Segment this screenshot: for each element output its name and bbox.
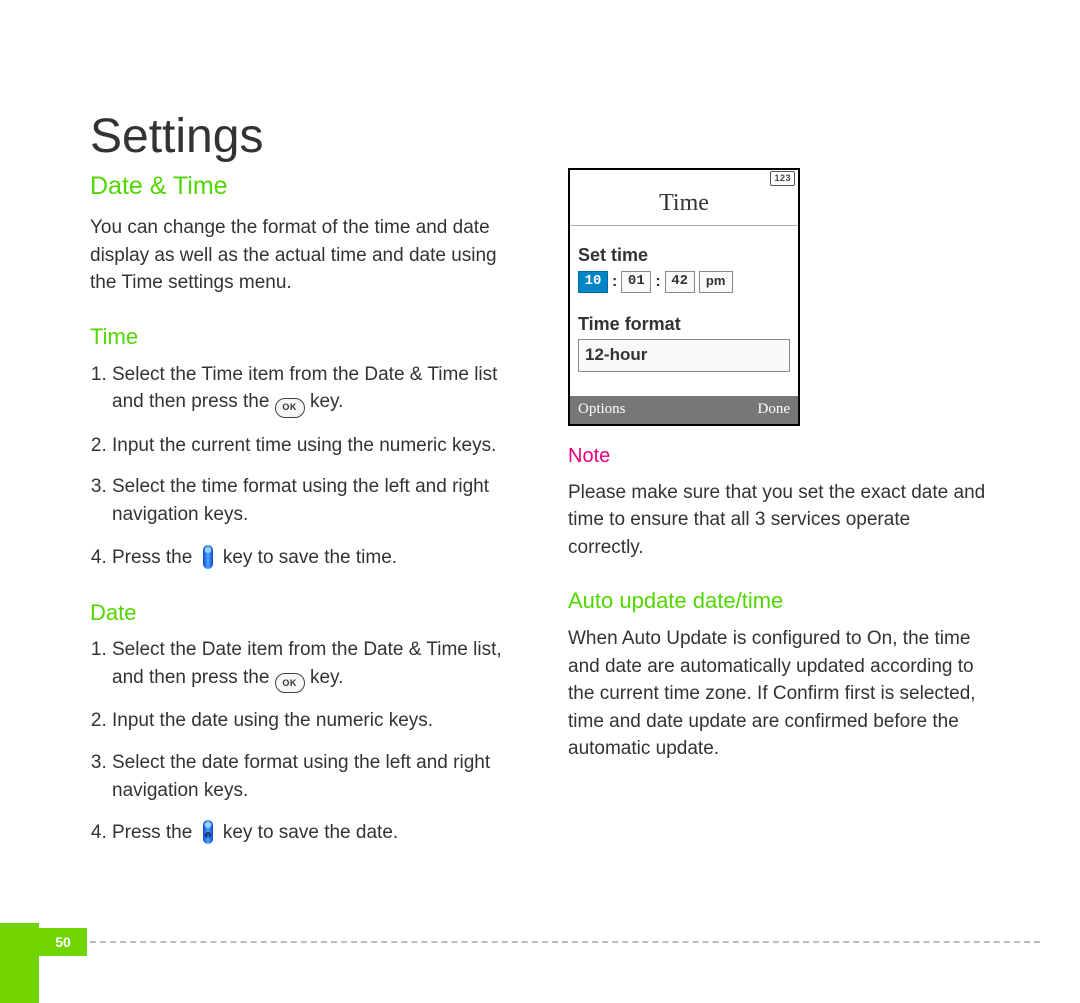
date-steps-list: Select the Date item from the Date & Tim…: [90, 636, 512, 848]
list-item: Select the Time item from the Date & Tim…: [112, 361, 512, 418]
step-text: key to save the date.: [223, 822, 398, 843]
time-input-row: 10 : 01 : 42 pm: [578, 270, 790, 293]
step-text: Select the Date item from the Date & Tim…: [112, 639, 502, 688]
left-column: Date & Time You can change the format of…: [90, 168, 512, 862]
colon: :: [612, 270, 617, 293]
time-format-label: Time format: [578, 311, 790, 337]
time-minutes-cell: 01: [621, 271, 651, 293]
soft-key-icon: i: [200, 818, 216, 848]
softkey-left-label: Options: [578, 399, 626, 421]
page-title: Settings: [90, 109, 263, 164]
subheading-auto-update: Auto update date/time: [568, 585, 990, 617]
time-format-value: 12-hour: [578, 339, 790, 372]
softkey-right-label: Done: [758, 399, 791, 421]
ok-key-icon: OK: [275, 398, 305, 418]
page-number: 50: [39, 928, 87, 956]
phone-screen-title: Time: [570, 186, 798, 226]
set-time-label: Set time: [578, 242, 790, 268]
step-text: key.: [310, 667, 343, 688]
input-mode-badge: 123: [770, 171, 795, 186]
time-steps-list: Select the Time item from the Date & Tim…: [90, 361, 512, 573]
intro-paragraph: You can change the format of the time an…: [90, 214, 512, 297]
phone-status-bar: 123: [570, 170, 798, 186]
section-heading-date-time: Date & Time: [90, 168, 512, 204]
list-item: Select the time format using the left an…: [112, 473, 512, 528]
right-column: 123 Time Set time 10 : 01 : 42 pm Time f…: [568, 168, 990, 862]
step-text: key.: [310, 391, 343, 412]
list-item: Input the date using the numeric keys.: [112, 707, 512, 735]
auto-update-body: When Auto Update is configured to On, th…: [568, 625, 990, 763]
phone-softkey-bar: Options Done: [570, 396, 798, 424]
subheading-time: Time: [90, 321, 512, 353]
time-ampm-cell: pm: [699, 271, 733, 293]
phone-screenshot: 123 Time Set time 10 : 01 : 42 pm Time f…: [568, 168, 800, 426]
svg-text:i: i: [207, 834, 208, 840]
side-stripe: [0, 923, 39, 1003]
list-item: Select the date format using the left an…: [112, 749, 512, 804]
list-item: Input the current time using the numeric…: [112, 432, 512, 460]
subheading-date: Date: [90, 597, 512, 629]
list-item: Press the i: [112, 818, 512, 848]
note-heading: Note: [568, 442, 990, 471]
step-text: Select the Time item from the Date & Tim…: [112, 364, 497, 413]
step-text: Press the: [112, 822, 198, 843]
step-text: key to save the time.: [223, 547, 397, 568]
colon: :: [655, 270, 660, 293]
time-hours-cell: 10: [578, 271, 608, 293]
step-text: Press the: [112, 547, 198, 568]
note-body: Please make sure that you set the exact …: [568, 479, 990, 562]
footer-divider: [90, 941, 1040, 943]
ok-key-icon: OK: [275, 673, 305, 693]
time-seconds-cell: 42: [665, 271, 695, 293]
soft-key-icon: [200, 543, 216, 573]
list-item: Press the key to: [112, 543, 512, 573]
list-item: Select the Date item from the Date & Tim…: [112, 636, 512, 693]
